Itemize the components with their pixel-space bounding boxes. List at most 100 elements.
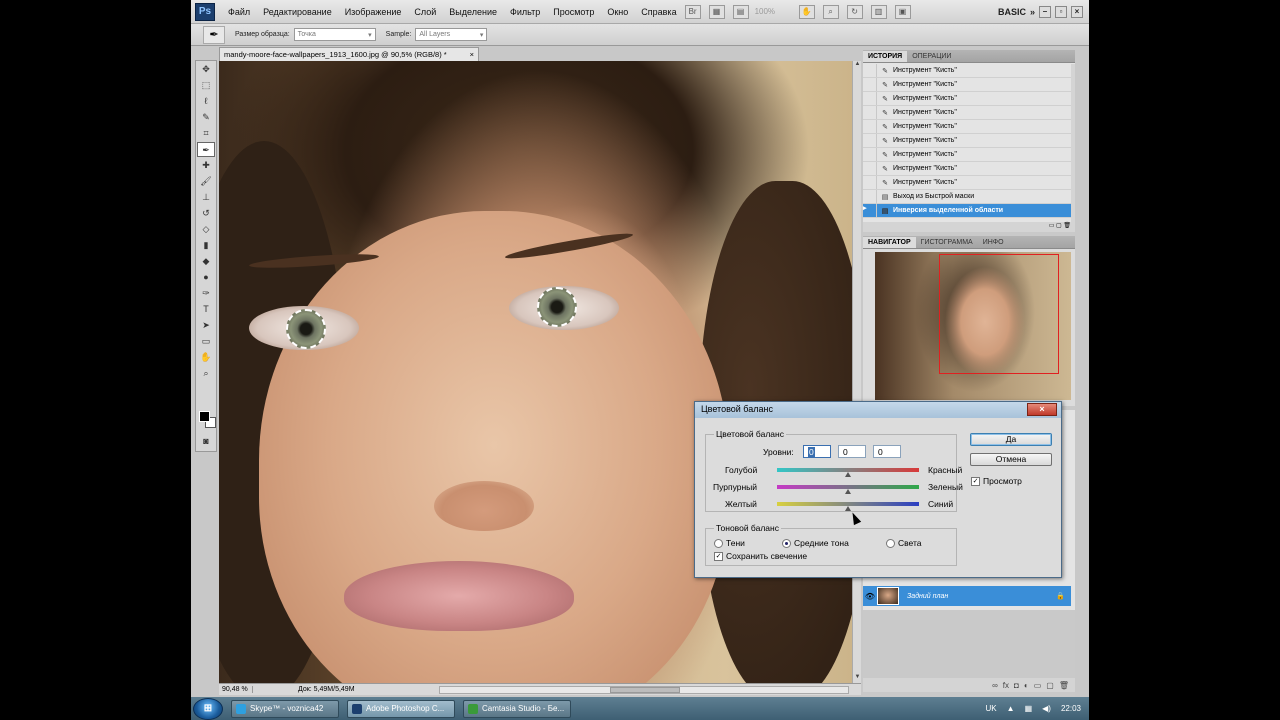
- preserve-luminosity-checkbox[interactable]: ✓: [714, 552, 723, 561]
- foreground-color-swatch[interactable]: [199, 411, 210, 422]
- bridge-icon[interactable]: Br: [684, 4, 701, 19]
- menu-image[interactable]: Изображение: [345, 7, 402, 17]
- sample-size-select[interactable]: Точка ▾: [293, 28, 376, 41]
- history-checkbox[interactable]: [863, 148, 877, 161]
- brush-tool-icon[interactable]: 🖌: [197, 174, 215, 189]
- history-checkbox[interactable]: [863, 92, 877, 105]
- hand-tool-icon[interactable]: ✋: [798, 4, 815, 19]
- menu-help[interactable]: Справка: [641, 7, 676, 17]
- zoom-tool-icon[interactable]: ⌕: [822, 4, 839, 19]
- history-checkbox[interactable]: [863, 106, 877, 119]
- stamp-tool-icon[interactable]: ⊥: [197, 190, 215, 205]
- eyedropper-tool-icon[interactable]: ✒: [197, 142, 215, 157]
- slider-knob[interactable]: [845, 489, 851, 494]
- tab-navigator[interactable]: НАВИГАТОР: [863, 236, 916, 248]
- close-icon[interactable]: ×: [1071, 5, 1083, 18]
- screen-mode-icon[interactable]: ▣: [894, 4, 911, 19]
- menu-layer[interactable]: Слой: [414, 7, 436, 17]
- healing-tool-icon[interactable]: ✚: [197, 158, 215, 173]
- quick-select-tool-icon[interactable]: ✎: [197, 110, 215, 125]
- history-item[interactable]: ✎ Инструмент "Кисть": [863, 120, 1071, 134]
- tab-actions[interactable]: ОПЕРАЦИИ: [907, 51, 956, 62]
- tray-arrow-icon[interactable]: ▲: [1007, 704, 1015, 713]
- new-layer-icon[interactable]: ▢: [1046, 681, 1054, 690]
- navigator-view-box[interactable]: [939, 254, 1059, 374]
- trash-icon[interactable]: 🗑: [1063, 223, 1071, 229]
- new-document-icon[interactable]: ▢: [1056, 223, 1062, 229]
- history-item[interactable]: ✎ Инструмент "Кисть": [863, 92, 1071, 106]
- history-item[interactable]: ✎ Инструмент "Кисть": [863, 148, 1071, 162]
- arrange-docs-icon[interactable]: ▥: [870, 4, 887, 19]
- level-magenta-green-input[interactable]: 0: [838, 445, 866, 458]
- new-snapshot-icon[interactable]: ▭: [1049, 223, 1055, 229]
- history-item[interactable]: ✎ Инструмент "Кисть": [863, 106, 1071, 120]
- layer-row-background[interactable]: 👁 Задний план 🔒: [863, 586, 1071, 606]
- quick-mask-icon[interactable]: ◙: [197, 434, 215, 449]
- tab-history[interactable]: ИСТОРИЯ: [863, 50, 908, 62]
- network-icon[interactable]: ▦: [1025, 704, 1033, 713]
- slider-knob[interactable]: [845, 472, 851, 477]
- crop-tool-icon[interactable]: ⌗: [197, 126, 215, 141]
- shape-tool-icon[interactable]: ▭: [197, 334, 215, 349]
- canvas-horizontal-scrollbar[interactable]: [439, 686, 849, 694]
- eyedropper-preset-icon[interactable]: ✒: [203, 25, 225, 44]
- language-indicator[interactable]: UK: [986, 704, 997, 713]
- adjustment-icon[interactable]: ◐: [1024, 681, 1029, 690]
- history-item[interactable]: ✎ Инструмент "Кисть": [863, 64, 1071, 78]
- radio-highlights[interactable]: [886, 539, 895, 548]
- dialog-titlebar[interactable]: Цветовой баланс ×: [695, 402, 1061, 418]
- restore-icon[interactable]: ▫: [1055, 5, 1067, 18]
- volume-icon[interactable]: ◀): [1042, 704, 1051, 713]
- history-checkbox[interactable]: [863, 176, 877, 189]
- scroll-down-icon[interactable]: ▼: [853, 674, 862, 683]
- close-icon[interactable]: ×: [470, 50, 474, 59]
- slider-knob[interactable]: [845, 506, 851, 511]
- history-checkbox[interactable]: [863, 162, 877, 175]
- radio-shadows[interactable]: [714, 539, 723, 548]
- radio-midtones[interactable]: [782, 539, 791, 548]
- menu-select[interactable]: Выделение: [449, 7, 497, 17]
- app-logo[interactable]: Ps: [195, 2, 215, 21]
- preview-checkbox[interactable]: ✓: [971, 477, 980, 486]
- history-brush-tool-icon[interactable]: ↺: [197, 206, 215, 221]
- menu-edit[interactable]: Редактирование: [263, 7, 332, 17]
- history-checkbox[interactable]: [863, 190, 877, 203]
- eraser-tool-icon[interactable]: ◇: [197, 222, 215, 237]
- history-item[interactable]: ✎ Инструмент "Кисть": [863, 134, 1071, 148]
- dodge-tool-icon[interactable]: ●: [197, 270, 215, 285]
- history-checkbox[interactable]: [863, 120, 877, 133]
- menu-file[interactable]: Файл: [228, 7, 250, 17]
- taskbar-camtasia[interactable]: Camtasia Studio - Бе...: [463, 699, 571, 718]
- history-scrollbar[interactable]: [1071, 64, 1075, 222]
- slider-cyan-red[interactable]: [777, 468, 919, 477]
- zoom-level-select[interactable]: 100%: [755, 7, 791, 16]
- minimize-icon[interactable]: –: [1039, 5, 1051, 18]
- menu-window[interactable]: Окно: [607, 7, 628, 17]
- navigator-thumbnail[interactable]: [875, 252, 1071, 400]
- link-icon[interactable]: ∞: [992, 681, 998, 690]
- pen-tool-icon[interactable]: ✑: [197, 286, 215, 301]
- type-tool-icon[interactable]: T: [197, 302, 215, 317]
- history-checkbox[interactable]: [863, 64, 877, 77]
- eye-icon[interactable]: 👁: [863, 592, 877, 601]
- marquee-tool-icon[interactable]: ⬚: [197, 78, 215, 93]
- history-state-marker-icon[interactable]: ▸: [863, 204, 877, 217]
- cancel-button[interactable]: Отмена: [970, 453, 1052, 466]
- start-button[interactable]: ⊞: [193, 697, 223, 720]
- history-checkbox[interactable]: [863, 78, 877, 91]
- document-tab[interactable]: mandy-moore-face-wallpapers_1913_1600.jp…: [219, 47, 479, 61]
- history-item[interactable]: ✎ Инструмент "Кисть": [863, 162, 1071, 176]
- history-item[interactable]: ▤ Выход из Быстрой маски: [863, 190, 1071, 204]
- slider-yellow-blue[interactable]: [777, 502, 919, 511]
- lasso-tool-icon[interactable]: ℓ: [197, 94, 215, 109]
- tab-histogram[interactable]: ГИСТОГРАММА: [916, 237, 978, 248]
- history-item[interactable]: ✎ Инструмент "Кисть": [863, 176, 1071, 190]
- hand-tool-icon[interactable]: ✋: [197, 350, 215, 365]
- move-tool-icon[interactable]: ✥: [197, 62, 215, 77]
- status-zoom-value[interactable]: 90,48 %: [219, 686, 253, 693]
- taskbar-skype[interactable]: Skype™ - voznica42: [231, 699, 339, 718]
- canvas-vertical-scrollbar[interactable]: ▲ ▼: [852, 61, 861, 683]
- ok-button[interactable]: Да: [970, 433, 1052, 446]
- path-select-tool-icon[interactable]: ➤: [197, 318, 215, 333]
- taskbar-photoshop[interactable]: Adobe Photoshop C...: [347, 699, 455, 718]
